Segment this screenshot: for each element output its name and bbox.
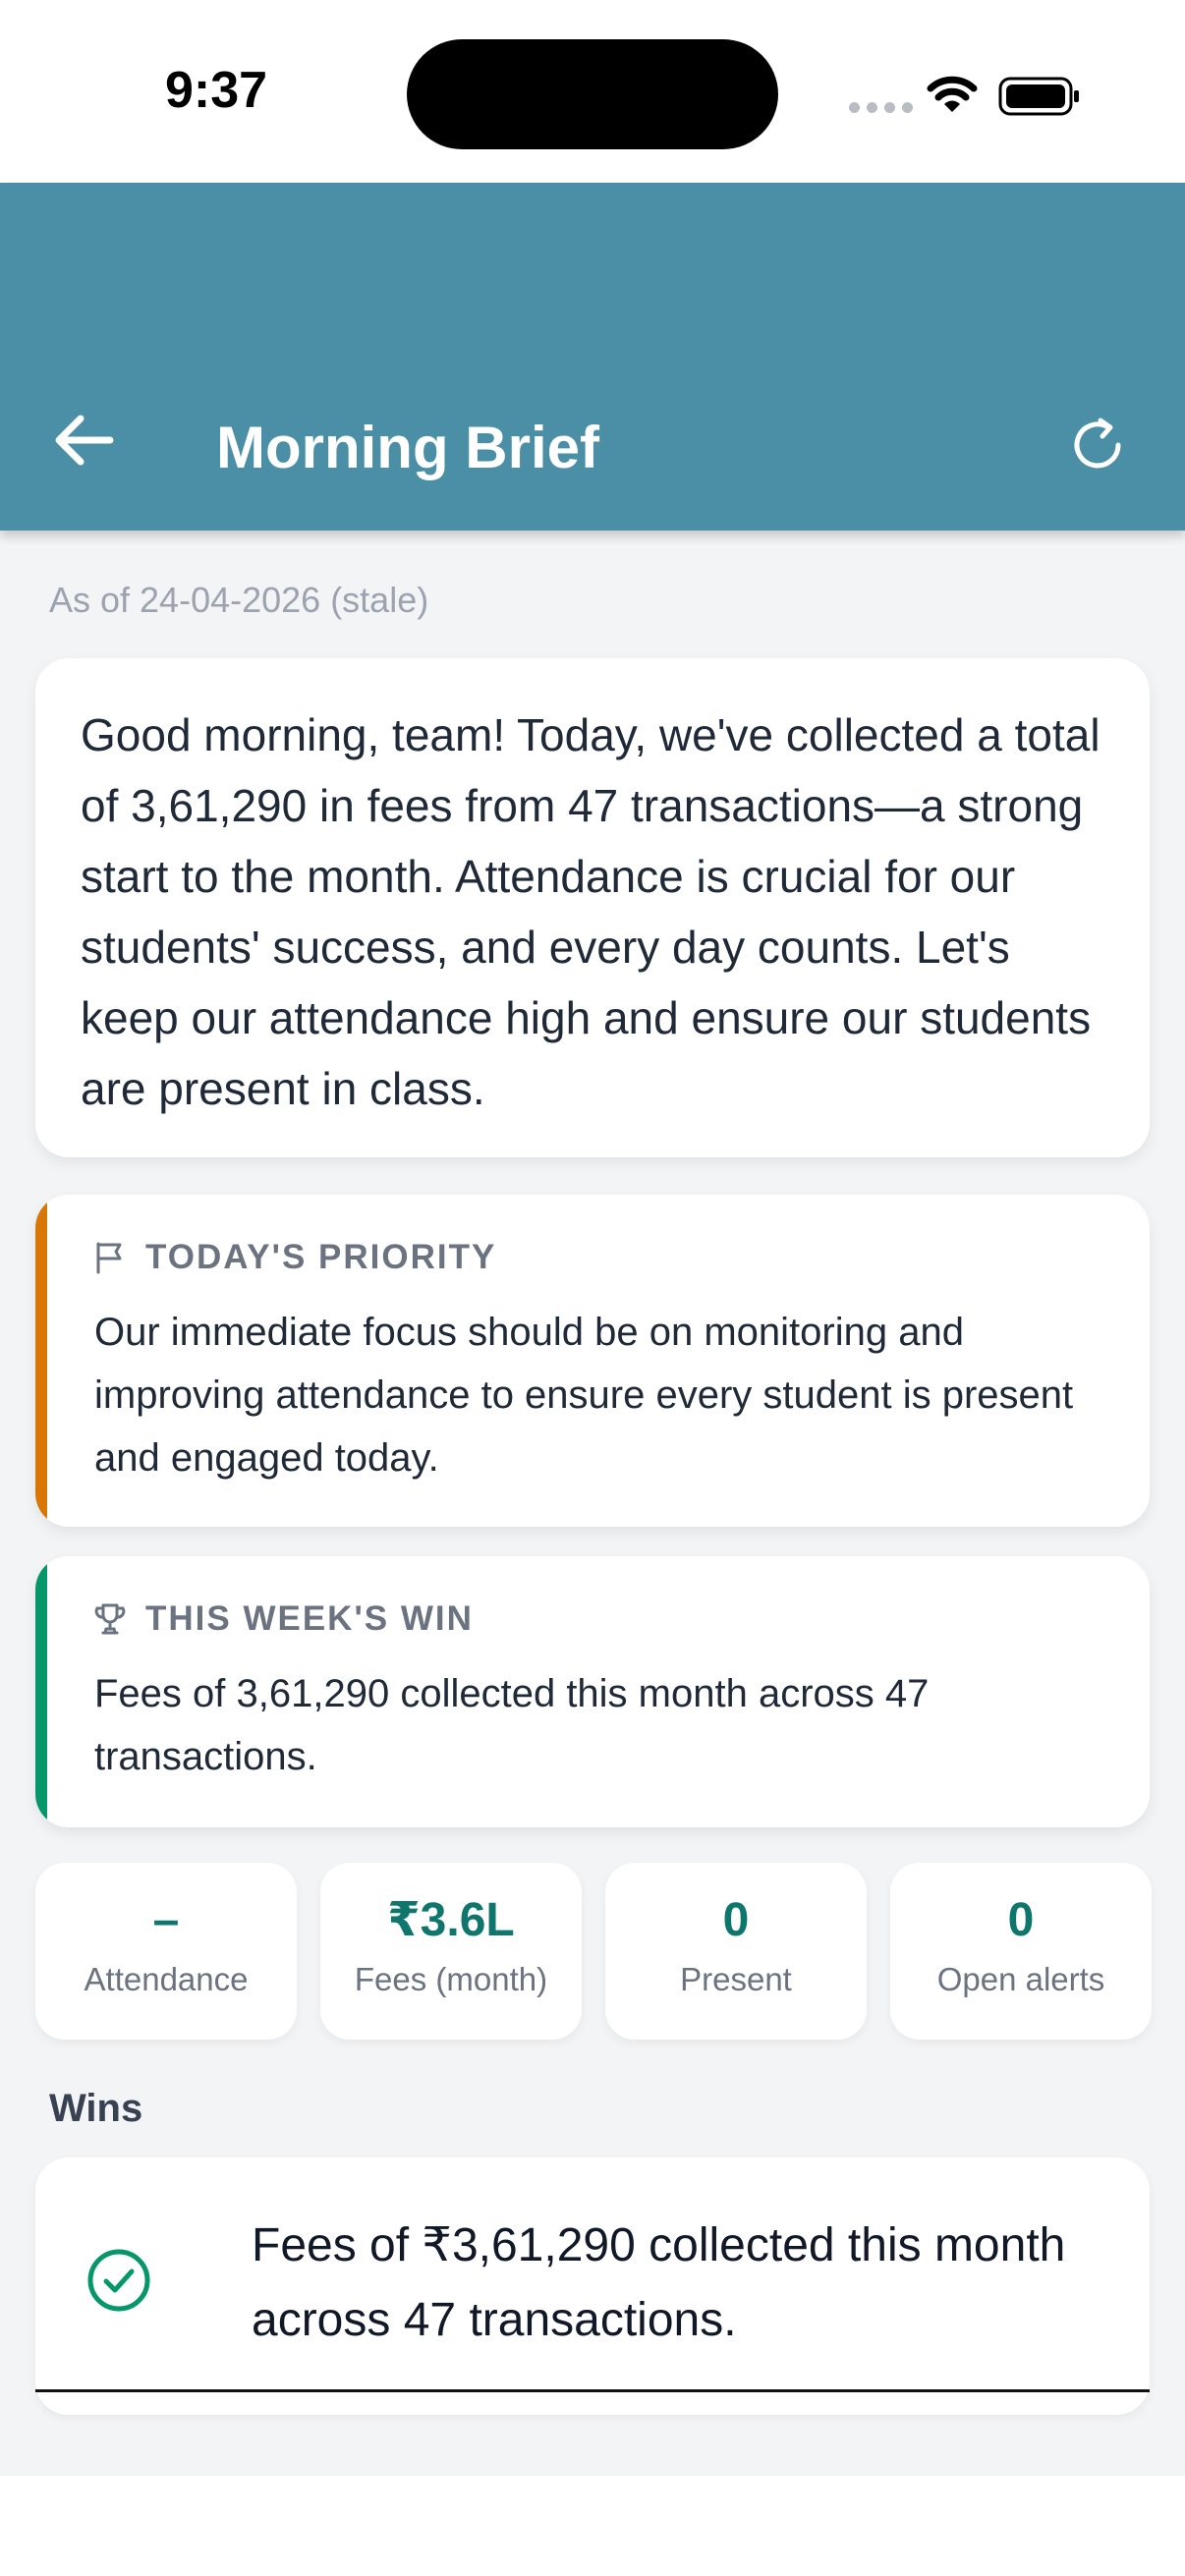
stat-label: Present [680,1961,792,1997]
weekly-win-text: Fees of 3,61,290 collected this month ac… [94,1672,930,1778]
trophy-icon [94,1603,126,1635]
arrow-left-icon[interactable] [51,411,116,470]
as-of-date: As of 24-04-2026 (stale) [49,580,429,620]
weekly-win-card: THIS WEEK'S WIN Fees of 3,61,290 collect… [35,1556,1150,1827]
battery-icon [998,77,1079,116]
wins-list: Fees of ₹3,61,290 collected this month a… [35,2157,1150,2415]
stat-tile-present[interactable]: 0 Present [605,1863,867,2040]
dynamic-island [407,39,778,149]
list-item[interactable]: Fees of ₹3,61,290 collected this month a… [35,2157,1150,2392]
priority-label: TODAY'S PRIORITY [145,1238,497,1276]
refresh-icon[interactable] [1065,413,1130,477]
stat-value: 0 [722,1894,750,1946]
summary-text: Good morning, team! Today, we've collect… [81,709,1100,1114]
weekly-win-label: THIS WEEK'S WIN [145,1599,474,1638]
stat-tile-fees[interactable]: ₹3.6L Fees (month) [320,1863,582,2040]
flag-icon [96,1242,122,1274]
check-circle-icon [87,2249,150,2312]
priority-header: TODAY'S PRIORITY [94,1230,1091,1285]
content-area: As of 24-04-2026 (stale) Good morning, t… [0,531,1185,2476]
stat-value: ₹3.6L [387,1894,515,1946]
page-title: Morning Brief [216,415,599,480]
priority-text: Our immediate focus should be on monitor… [94,1311,1074,1480]
status-bar: 9:37 [0,0,1185,183]
stat-tile-open-alerts[interactable]: 0 Open alerts [890,1863,1152,2040]
summary-card: Good morning, team! Today, we've collect… [35,658,1150,1157]
win-item-text: Fees of ₹3,61,290 collected this month a… [252,2219,1066,2346]
stat-tile-attendance[interactable]: – Attendance [35,1863,297,2040]
cellular-signal-icon [849,102,913,113]
stat-value: 0 [1007,1894,1035,1946]
stats-row: – Attendance ₹3.6L Fees (month) 0 Presen… [35,1863,1152,2040]
stat-label: Attendance [84,1961,249,1997]
weekly-win-header: THIS WEEK'S WIN [94,1592,1091,1647]
wifi-icon [927,76,978,112]
stat-label: Open alerts [936,1961,1105,1997]
status-time: 9:37 [165,62,268,119]
priority-card: TODAY'S PRIORITY Our immediate focus sho… [35,1195,1150,1527]
stat-value: – [152,1894,180,1946]
stat-label: Fees (month) [354,1961,548,1997]
wins-heading: Wins [49,2087,143,2130]
